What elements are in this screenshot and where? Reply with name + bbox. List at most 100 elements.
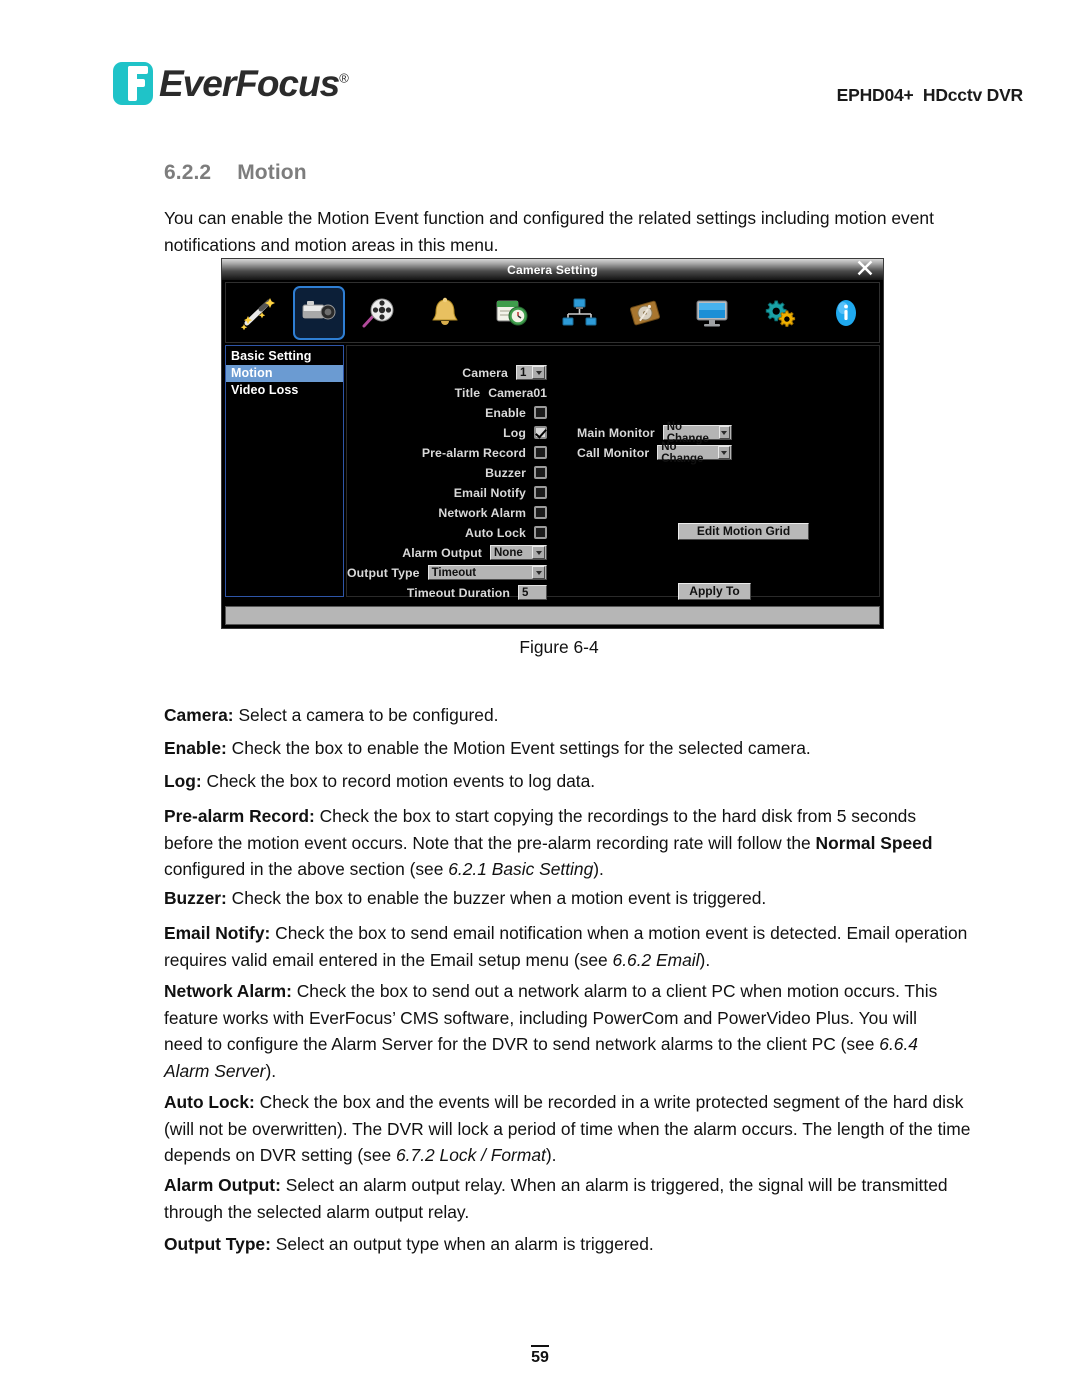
camera-label: Camera [462, 365, 508, 380]
edit-motion-grid-button[interactable]: Edit Motion Grid [678, 523, 809, 540]
main-monitor-label: Main Monitor [577, 425, 655, 440]
registered-trademark-icon: ® [339, 70, 349, 86]
monitor-icon[interactable] [679, 286, 746, 340]
intro-paragraph: You can enable the Motion Event function… [164, 208, 934, 255]
desc-autolock-close: ). [545, 1145, 557, 1165]
info-icon[interactable] [812, 286, 879, 340]
desc-camera-term: Camera: [164, 705, 234, 725]
close-icon[interactable]: ✕ [854, 257, 876, 282]
buzzer-checkbox[interactable] [534, 466, 547, 479]
field-row-buzzer: Buzzer [347, 464, 547, 481]
sidebar-item-motion[interactable]: Motion [226, 365, 343, 382]
gears-icon[interactable] [745, 286, 812, 340]
network-alarm-checkbox[interactable] [534, 506, 547, 519]
page-number: 59 [531, 1349, 549, 1366]
timeout-duration-label: Timeout Duration [406, 585, 510, 600]
camera-select-value: 1 [520, 366, 527, 379]
email-notify-label: Email Notify [453, 485, 526, 500]
desc-prealarm-record: Pre-alarm Record: Check the box to start… [164, 803, 954, 883]
desc-output-type-term: Output Type: [164, 1234, 271, 1254]
ref-6-7-2: 6.7.2 Lock / Format [396, 1145, 546, 1165]
desc-log-body: Check the box to record motion events to… [201, 771, 596, 791]
desc-network-term: Network Alarm: [164, 981, 292, 1001]
sidebar-item-video-loss[interactable]: Video Loss [226, 382, 343, 399]
desc-email-notify: Email Notify: Check the box to send emai… [164, 920, 986, 973]
section-number: 6.2.2 [164, 161, 212, 184]
desc-camera-body: Select a camera to be configured. [233, 705, 499, 725]
field-row-timeout-duration: Timeout Duration 5 [347, 584, 547, 601]
log-label: Log [503, 425, 526, 440]
desc-network-close: ). [265, 1060, 277, 1081]
chevron-down-icon [718, 426, 730, 439]
output-type-label: Output Type [347, 565, 420, 580]
section-title: Motion [237, 161, 307, 184]
title-label: Title [454, 385, 481, 400]
figure-dvr-screenshot: Camera Setting ✕ Basic Setting Motion Vi… [221, 257, 884, 629]
desc-enable: Enable: Check the box to enable the Moti… [164, 735, 954, 762]
sidebar-item-basic-setting[interactable]: Basic Setting [226, 348, 343, 365]
output-type-select[interactable]: Timeout [427, 565, 547, 580]
call-monitor-select[interactable]: No Change [657, 441, 732, 465]
magic-wand-icon[interactable] [226, 286, 293, 340]
field-row-prealarm-record: Pre-alarm Record [347, 444, 547, 461]
apply-to-button[interactable]: Apply To [678, 583, 751, 600]
alarm-output-label: Alarm Output [402, 545, 482, 560]
bell-icon[interactable] [412, 286, 479, 340]
dialog-title: Camera Setting [507, 263, 598, 277]
desc-alarm-output-term: Alarm Output: [164, 1175, 281, 1195]
ref-6-6-2: 6.6.2 Email [612, 949, 700, 970]
desc-alarm-output: Alarm Output: Select an alarm output rel… [164, 1172, 954, 1225]
header-model-name: EPHD04+ HDcctv DVR [836, 85, 1024, 105]
alarm-output-select[interactable]: None [490, 545, 547, 560]
dialog-toolbar [225, 282, 880, 343]
enable-checkbox[interactable] [534, 406, 547, 419]
field-row-camera: Camera 1 [347, 364, 547, 381]
dialog-body: Basic Setting Motion Video Loss Camera 1 [225, 345, 880, 600]
desc-log: Log: Check the box to record motion even… [164, 768, 954, 795]
chevron-down-icon [532, 566, 545, 579]
page-title: 6.2.2 Motion [164, 161, 307, 185]
field-row-title: Title Camera01 [347, 384, 547, 401]
desc-enable-term: Enable: [164, 738, 227, 758]
schedule-clock-icon[interactable] [478, 286, 545, 340]
page-header: EverFocus® EPHD04+ HDcctv DVR [0, 0, 1080, 130]
field-row-network-alarm: Network Alarm [347, 504, 547, 521]
desc-auto-lock: Auto Lock: Check the box and the events … [164, 1089, 986, 1169]
auto-lock-label: Auto Lock [464, 525, 526, 540]
camera-setting-dialog: Camera Setting ✕ Basic Setting Motion Vi… [221, 257, 884, 629]
main-monitor-select[interactable]: No Change [662, 421, 732, 445]
desc-buzzer: Buzzer: Check the box to enable the buzz… [164, 885, 954, 912]
dialog-titlebar: Camera Setting ✕ [222, 257, 883, 282]
dialog-sidebar: Basic Setting Motion Video Loss [225, 345, 344, 597]
ref-6-2-1: 6.2.1 Basic Setting [448, 859, 594, 879]
field-row-alarm-output: Alarm Output None [347, 544, 547, 561]
buzzer-label: Buzzer [485, 465, 526, 480]
everfocus-logo: EverFocus® [113, 62, 349, 105]
prealarm-record-checkbox[interactable] [534, 446, 547, 459]
log-checkbox[interactable] [534, 426, 547, 439]
camera-icon[interactable] [292, 285, 345, 340]
desc-autolock-term: Auto Lock: [164, 1092, 255, 1112]
camera-select[interactable]: 1 [516, 365, 547, 380]
hard-disk-icon[interactable] [612, 286, 679, 340]
desc-output-type-body: Select an output type when an alarm is t… [270, 1234, 654, 1254]
page-footer: 59 [0, 1345, 1080, 1367]
timeout-duration-input[interactable]: 5 [518, 585, 547, 600]
field-row-output-type: Output Type Timeout [347, 564, 547, 581]
chevron-down-icon [532, 546, 545, 559]
call-monitor-select-value: No Change [661, 440, 704, 465]
auto-lock-checkbox[interactable] [534, 526, 547, 539]
desc-alarm-output-body: Select an alarm output relay. When an al… [164, 1175, 948, 1222]
desc-network-alarm: Network Alarm: Check the box to send out… [164, 978, 954, 1084]
film-reel-icon[interactable] [345, 286, 412, 340]
desc-buzzer-body: Check the box to enable the buzzer when … [226, 888, 767, 908]
dialog-statusbar [225, 606, 880, 625]
footer-rule [531, 1345, 549, 1347]
email-notify-checkbox[interactable] [534, 486, 547, 499]
network-icon[interactable] [545, 286, 612, 340]
alarm-output-select-value: None [494, 546, 523, 559]
logo-wordmark-text: EverFocus [159, 63, 340, 104]
desc-log-term: Log: [164, 771, 202, 791]
desc-autolock-body: Check the box and the events will be rec… [164, 1092, 971, 1165]
chevron-down-icon [532, 366, 545, 379]
